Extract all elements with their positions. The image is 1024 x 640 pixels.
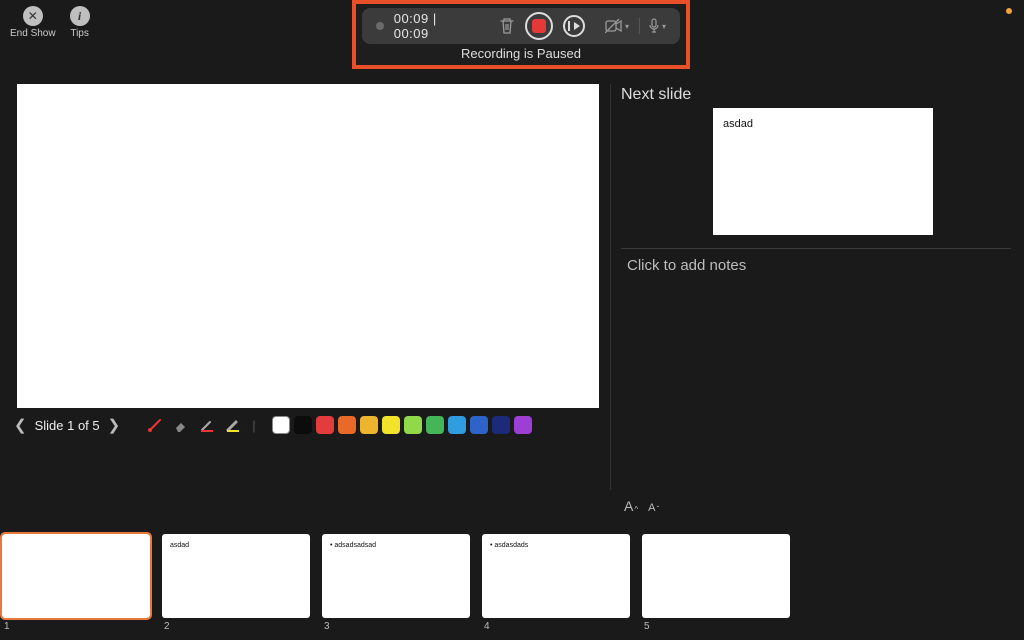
thumbnail-number: 1 bbox=[4, 621, 150, 632]
chevron-down-icon: ▾ bbox=[662, 22, 666, 31]
stop-icon bbox=[532, 19, 546, 33]
color-swatch[interactable] bbox=[338, 416, 356, 434]
presenter-notes-area[interactable]: Click to add notes bbox=[621, 248, 1011, 274]
color-swatch[interactable] bbox=[382, 416, 400, 434]
thumbnail-number: 2 bbox=[164, 621, 310, 632]
recording-status: Recording is Paused bbox=[356, 44, 686, 65]
next-slide-button[interactable]: ❯ bbox=[108, 416, 121, 434]
notes-placeholder: Click to add notes bbox=[627, 257, 1011, 274]
recording-time: 00:09 | 00:09 bbox=[394, 11, 473, 41]
slide-counter: Slide 1 of 5 bbox=[35, 418, 100, 433]
color-swatch[interactable] bbox=[492, 416, 510, 434]
next-slide-label: Next slide bbox=[621, 86, 691, 104]
delete-recording-button[interactable] bbox=[499, 17, 515, 35]
prev-slide-button[interactable]: ❮ bbox=[14, 416, 27, 434]
color-swatch[interactable] bbox=[426, 416, 444, 434]
slide-thumbnail[interactable]: • adsadsadsad bbox=[322, 534, 470, 618]
slide-thumbnail[interactable]: • asdasdads bbox=[482, 534, 630, 618]
camera-off-icon bbox=[605, 19, 623, 33]
color-swatch[interactable] bbox=[448, 416, 466, 434]
color-swatch[interactable] bbox=[404, 416, 422, 434]
chevron-up-icon: ^ bbox=[634, 505, 638, 514]
slide-controls: ❮ Slide 1 of 5 ❯ | bbox=[14, 416, 532, 434]
color-swatch[interactable] bbox=[470, 416, 488, 434]
next-slide-preview[interactable]: asdad bbox=[713, 108, 933, 235]
chevron-down-icon: ˇ bbox=[656, 505, 659, 514]
stop-recording-button[interactable] bbox=[525, 12, 553, 40]
color-swatch[interactable] bbox=[272, 416, 290, 434]
thumbnail-number: 4 bbox=[484, 621, 630, 632]
close-icon: ✕ bbox=[23, 6, 43, 26]
tips-label: Tips bbox=[70, 28, 89, 39]
increase-font-button[interactable]: A^ bbox=[624, 498, 638, 514]
laser-pointer-tool[interactable] bbox=[146, 416, 164, 434]
next-slide-text: asdad bbox=[723, 118, 753, 130]
color-swatch[interactable] bbox=[360, 416, 378, 434]
camera-toggle-button[interactable]: ▾ bbox=[605, 19, 629, 33]
microphone-icon bbox=[648, 18, 660, 34]
thumbnail-number: 5 bbox=[644, 621, 790, 632]
current-slide-canvas[interactable] bbox=[17, 84, 599, 408]
color-swatch[interactable] bbox=[294, 416, 312, 434]
slide-thumbnails: 1 asdad 2 • adsadsadsad 3 • asdasdads 4 5 bbox=[2, 534, 790, 632]
slide-thumbnail[interactable] bbox=[2, 534, 150, 618]
info-icon: i bbox=[70, 6, 90, 26]
tips-button[interactable]: i Tips bbox=[70, 6, 90, 39]
end-show-button[interactable]: ✕ End Show bbox=[10, 6, 56, 39]
color-swatch[interactable] bbox=[316, 416, 334, 434]
panel-divider bbox=[610, 84, 611, 490]
eraser-tool[interactable] bbox=[172, 416, 190, 434]
chevron-down-icon: ▾ bbox=[625, 22, 629, 31]
play-pause-icon bbox=[563, 15, 585, 37]
slide-thumbnail[interactable] bbox=[642, 534, 790, 618]
pen-red-tool[interactable] bbox=[198, 416, 216, 434]
pause-resume-button[interactable] bbox=[563, 15, 585, 37]
color-swatch[interactable] bbox=[514, 416, 532, 434]
decrease-font-button[interactable]: Aˇ bbox=[648, 498, 659, 514]
recording-panel: 00:09 | 00:09 bbox=[352, 0, 690, 69]
system-indicator-dot bbox=[1006, 8, 1012, 14]
end-show-label: End Show bbox=[10, 28, 56, 39]
trash-icon bbox=[499, 17, 515, 35]
slide-thumbnail[interactable]: asdad bbox=[162, 534, 310, 618]
thumbnail-number: 3 bbox=[324, 621, 470, 632]
highlighter-tool[interactable] bbox=[224, 416, 242, 434]
record-indicator-icon bbox=[376, 22, 384, 30]
mic-toggle-button[interactable]: ▾ bbox=[639, 18, 666, 34]
